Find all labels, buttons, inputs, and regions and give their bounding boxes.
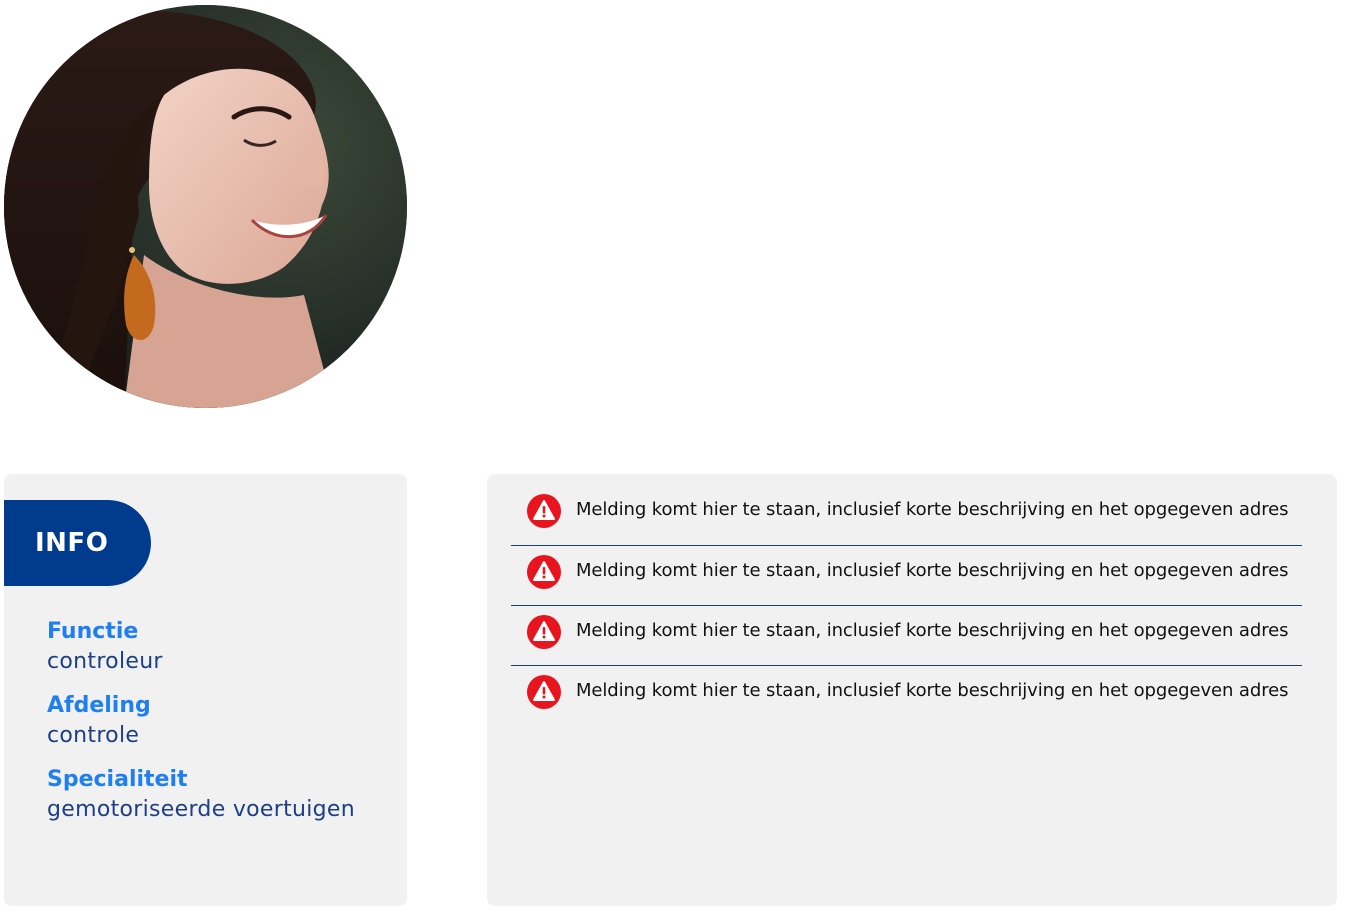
notification-text: Melding komt hier te staan, inclusief ko… — [576, 560, 1289, 581]
info-tab: INFO — [4, 500, 151, 586]
notification-text: Melding komt hier te staan, inclusief ko… — [576, 680, 1289, 701]
field-label: Afdeling — [47, 693, 151, 718]
warning-icon — [527, 494, 561, 528]
field-functie: Functie controleur — [47, 618, 397, 678]
notification-item[interactable]: Melding komt hier te staan, inclusief ko… — [511, 485, 1302, 546]
field-label: Specialiteit — [47, 767, 188, 792]
warning-icon — [527, 555, 561, 589]
profile-page: INFO Functie controleur Afdeling control… — [0, 0, 1348, 918]
warning-icon — [527, 615, 561, 649]
field-value: controle — [47, 723, 140, 748]
field-value: controleur — [47, 649, 163, 674]
field-value: gemotoriseerde voertuigen — [47, 797, 356, 822]
notification-item[interactable]: Melding komt hier te staan, inclusief ko… — [511, 546, 1302, 606]
notification-item[interactable]: Melding komt hier te staan, inclusief ko… — [511, 666, 1302, 726]
field-label: Functie — [47, 619, 139, 644]
profile-photo — [4, 5, 407, 408]
notification-text: Melding komt hier te staan, inclusief ko… — [576, 499, 1289, 520]
avatar — [4, 5, 407, 408]
warning-icon — [527, 675, 561, 709]
field-afdeling: Afdeling controle — [47, 692, 397, 752]
field-specialiteit: Specialiteit gemotoriseerde voertuigen — [47, 766, 397, 826]
notification-text: Melding komt hier te staan, inclusief ko… — [576, 620, 1289, 641]
info-fields: Functie controleur Afdeling controle Spe… — [47, 618, 397, 840]
notifications-list: Melding komt hier te staan, inclusief ko… — [511, 494, 1302, 726]
notifications-card: Melding komt hier te staan, inclusief ko… — [487, 474, 1337, 906]
info-card: INFO Functie controleur Afdeling control… — [4, 474, 407, 906]
notification-item[interactable]: Melding komt hier te staan, inclusief ko… — [511, 606, 1302, 666]
